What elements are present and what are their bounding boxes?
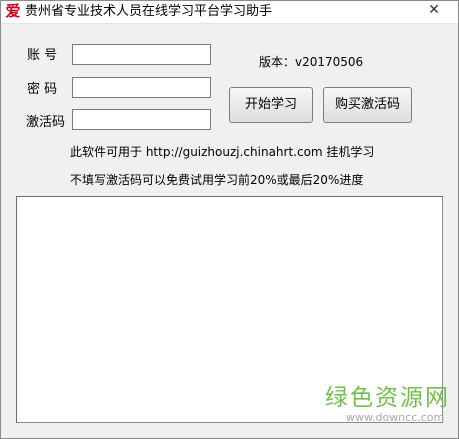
app-logo-icon: 爱: [5, 2, 21, 20]
start-learning-button[interactable]: 开始学习: [229, 87, 313, 123]
activation-code-input[interactable]: [72, 109, 211, 130]
app-window: 爱 贵州省专业技术人员在线学习平台学习助手 ✕ 账 号 密 码 激活码 版本：v…: [0, 0, 459, 439]
close-icon: ✕: [428, 2, 440, 18]
buy-activation-code-button[interactable]: 购买激活码: [323, 87, 412, 123]
trial-info: 不填写激活码可以免费试用学习前20%或最后20%进度: [70, 173, 364, 187]
watermark-text: 绿色资源网: [325, 385, 450, 411]
version-label: 版本：v20170506: [259, 55, 364, 69]
account-label: 账 号: [27, 48, 58, 63]
close-button[interactable]: ✕: [414, 1, 454, 19]
password-input[interactable]: [72, 77, 211, 98]
password-label: 密 码: [27, 82, 58, 97]
window-title: 贵州省专业技术人员在线学习平台学习助手: [25, 4, 273, 19]
activation-code-label: 激活码: [26, 115, 66, 130]
watermark-url: www.downcc.com: [346, 411, 445, 424]
account-input[interactable]: [72, 44, 211, 65]
title-bar[interactable]: 爱 贵州省专业技术人员在线学习平台学习助手 ✕: [1, 1, 458, 24]
supported-site-info: 此软件可用于 http://guizhouzj.chinahrt.com 挂机学…: [70, 145, 375, 159]
